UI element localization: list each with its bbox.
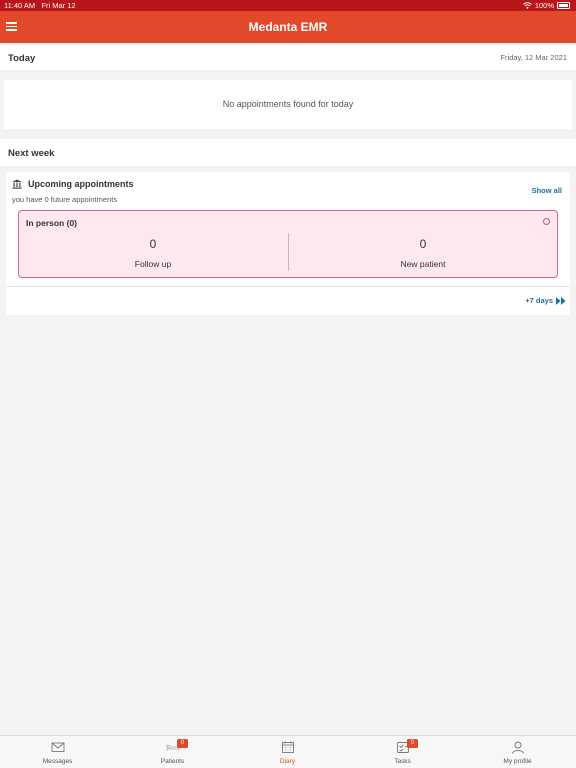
profile-icon: [511, 741, 524, 754]
calendar-icon: [281, 741, 294, 753]
upcoming-appointments-title: Upcoming appointments: [28, 179, 134, 189]
plus-days-button[interactable]: +7 days: [525, 296, 566, 305]
today-appointments-card: No appointments found for today: [4, 80, 572, 129]
tab-diary[interactable]: Diary: [230, 736, 345, 768]
app-title: Medanta EMR: [248, 20, 328, 34]
new-patient-count: 0: [419, 237, 427, 251]
tab-tasks[interactable]: 0 Tasks: [345, 736, 460, 768]
envelope-icon: [51, 742, 64, 752]
fast-forward-icon: [556, 296, 566, 305]
next-week-label: Next week: [8, 148, 55, 159]
today-date: Friday, 12 Mar 2021: [500, 53, 567, 62]
wifi-icon: [522, 2, 532, 9]
in-person-title: In person (0): [26, 218, 78, 228]
patients-badge: 0: [177, 739, 188, 748]
tasks-badge: 0: [407, 739, 418, 748]
bottom-tab-bar: Messages 0 Patients Diary 0 Tasks My pro…: [0, 735, 576, 768]
tab-tasks-label: Tasks: [394, 758, 411, 765]
next-week-header: Next week: [0, 139, 576, 166]
tab-my-profile[interactable]: My profile: [460, 736, 575, 768]
new-patient-label: New patient: [400, 259, 446, 269]
follow-up-stat[interactable]: 0 Follow up: [19, 237, 287, 269]
status-time: 11:40 AM Fri Mar 12: [4, 1, 76, 10]
plus-days-label: +7 days: [525, 296, 553, 305]
follow-up-label: Follow up: [134, 259, 172, 269]
status-dot-icon: [543, 218, 550, 225]
tab-messages-label: Messages: [42, 758, 73, 765]
today-label: Today: [8, 53, 36, 64]
tab-messages[interactable]: Messages: [0, 736, 115, 768]
future-appointments-text: you have 0 future appointments: [12, 195, 118, 204]
in-person-box[interactable]: In person (0) 0 Follow up 0 New patient: [18, 210, 558, 278]
status-bar: 11:40 AM Fri Mar 12 100%: [0, 0, 576, 11]
battery-icon: [557, 2, 570, 9]
upcoming-appointments-card: Upcoming appointments Show all you have …: [6, 172, 570, 315]
tab-diary-label: Diary: [279, 758, 296, 765]
battery-percent: 100%: [534, 1, 554, 10]
today-header: Today Friday, 12 Mar 2021: [0, 45, 576, 70]
empty-appointments-message: No appointments found for today: [222, 99, 354, 109]
follow-up-count: 0: [149, 237, 157, 251]
tab-patients-label: Patients: [160, 758, 185, 765]
tab-patients[interactable]: 0 Patients: [115, 736, 230, 768]
new-patient-stat[interactable]: 0 New patient: [289, 237, 557, 269]
status-right: 100%: [522, 0, 570, 11]
app-bar: Medanta EMR: [0, 11, 576, 43]
tab-my-profile-label: My profile: [503, 758, 532, 765]
hospital-building-icon: [12, 179, 22, 189]
card-divider: [6, 286, 570, 287]
show-all-link[interactable]: Show all: [532, 186, 562, 195]
